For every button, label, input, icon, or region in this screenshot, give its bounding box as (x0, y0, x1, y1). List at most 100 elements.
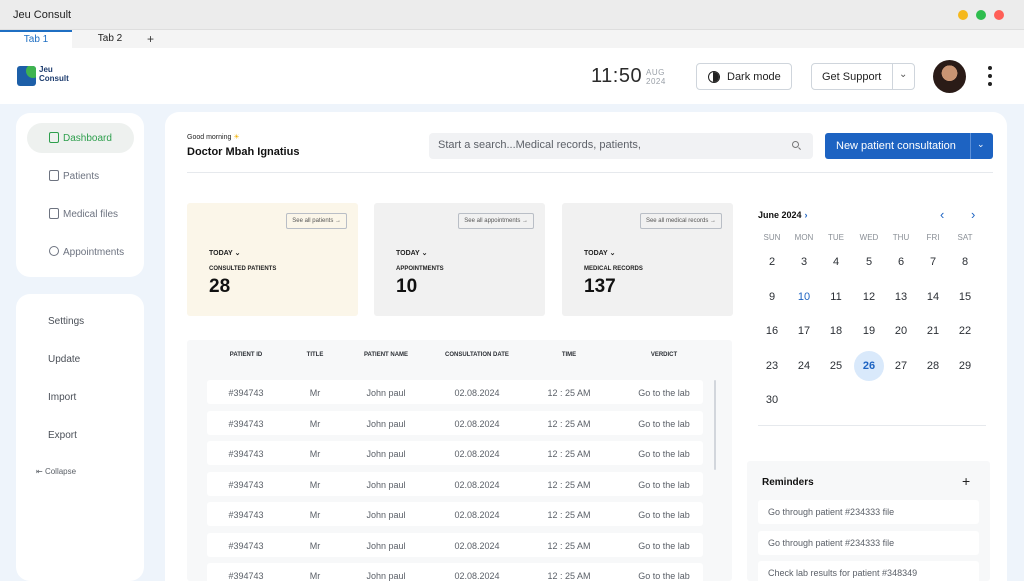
reminder-item[interactable]: Go through patient #234333 file (758, 531, 979, 555)
sidebar-item-medical-files[interactable]: Medical files (27, 199, 134, 229)
reminder-item[interactable]: Check lab results for patient #348349 (758, 561, 979, 581)
calendar-day[interactable]: 18 (821, 316, 851, 346)
get-support-button[interactable]: Get Support ⌄ (811, 63, 915, 90)
calendar-day[interactable]: 4 (821, 247, 851, 277)
new-patient-consultation-button[interactable]: New patient consultation ⌄ (825, 133, 993, 159)
calendar-day[interactable]: 30 (757, 385, 787, 415)
period-dropdown[interactable]: TODAY ⌄ (209, 249, 240, 257)
calendar-day[interactable]: 28 (918, 351, 948, 381)
calendar-day[interactable]: 12 (854, 282, 884, 312)
avatar[interactable] (933, 60, 966, 93)
column-header[interactable]: CONSULTATION DATE (445, 352, 509, 358)
table-row[interactable]: #394743 Mr John paul 02.08.2024 12 : 25 AM Go… (207, 380, 703, 404)
calendar-day[interactable]: 9 (757, 282, 787, 312)
calendar-day[interactable]: 15 (950, 282, 980, 312)
add-tab-button[interactable]: + (147, 32, 154, 46)
close-icon[interactable] (994, 10, 1004, 20)
sidebar-item-label: Dashboard (63, 133, 112, 144)
calendar-day[interactable]: 10 (789, 282, 819, 312)
see-all-medical-records-button[interactable]: See all medical records → (639, 213, 722, 229)
collapse-button[interactable]: ⇤ Collapse (36, 467, 76, 476)
sidebar-item-dashboard[interactable]: Dashboard (27, 123, 134, 153)
period-dropdown[interactable]: TODAY ⌄ (396, 249, 427, 257)
tab-2[interactable]: Tab 2 (74, 30, 146, 48)
table-row[interactable]: #394743 Mr John paul 02.08.2024 12 : 25 AM Go… (207, 502, 703, 526)
calendar-day[interactable]: 22 (950, 316, 980, 346)
table-cell: Mr (309, 449, 321, 459)
add-reminder-button[interactable]: + (962, 473, 970, 489)
table-cell: 02.08.2024 (454, 571, 500, 581)
app-logo[interactable]: Jeu Consult (17, 63, 77, 89)
calendar-month[interactable]: June 2024 › (758, 210, 808, 220)
sidebar-item-update[interactable]: Update (48, 354, 80, 365)
see-all-appointments-button[interactable]: See all appointments → (458, 213, 534, 229)
calendar-day[interactable]: 20 (886, 316, 916, 346)
chevron-down-icon[interactable]: ⌄ (899, 69, 907, 80)
calendar-day[interactable]: 19 (854, 316, 884, 346)
table-cell: #394743 (228, 540, 264, 551)
calendar-day[interactable]: 13 (886, 282, 916, 312)
column-header[interactable]: PATIENT ID (230, 352, 262, 358)
sidebar-item-import[interactable]: Import (48, 392, 76, 403)
tab-1[interactable]: Tab 1 (0, 30, 72, 48)
calendar-day[interactable]: 29 (950, 351, 980, 381)
calendar-day[interactable]: 21 (918, 316, 948, 346)
collapse-icon: ⇤ (36, 467, 43, 476)
search-input[interactable] (438, 139, 778, 151)
table-scrollbar[interactable] (714, 380, 716, 470)
sidebar-item-patients[interactable]: Patients (27, 161, 134, 191)
table-cell: Mr (309, 479, 321, 490)
calendar-day[interactable]: 7 (918, 247, 948, 277)
reminder-item[interactable]: Go through patient #234333 file (758, 500, 979, 524)
sidebar-item-export[interactable]: Export (48, 430, 77, 441)
calendar-day[interactable]: 26 (854, 350, 884, 381)
calendar-day[interactable]: 27 (886, 351, 916, 381)
calendar-weekday: SAT (957, 233, 973, 242)
see-all-patients-button[interactable]: See all patients → (286, 213, 347, 229)
collapse-label: Collapse (44, 467, 77, 476)
column-header[interactable]: PATIENT NAME (364, 352, 408, 358)
kebab-menu-icon[interactable] (988, 66, 992, 86)
sidebar-item-settings[interactable]: Settings (48, 316, 84, 327)
maximize-icon[interactable] (976, 10, 986, 20)
calendar-day[interactable]: 14 (918, 282, 948, 312)
calendar-day[interactable]: 11 (821, 282, 851, 312)
calendar-day[interactable]: 17 (789, 316, 819, 346)
table-cell: 12 : 25 AM (547, 571, 591, 581)
table-cell: John paul (366, 418, 406, 429)
clock-icon (49, 246, 59, 256)
divider (970, 133, 971, 159)
calendar-day[interactable]: 6 (886, 247, 916, 277)
period-dropdown[interactable]: TODAY ⌄ (584, 249, 615, 257)
calendar-day[interactable]: 24 (789, 351, 819, 381)
column-header[interactable]: VERDICT (651, 352, 677, 358)
search-icon[interactable] (792, 141, 799, 148)
calendar-day[interactable]: 25 (821, 351, 851, 381)
clock-date: AUG 2024 (646, 68, 666, 86)
calendar-day[interactable]: 2 (757, 247, 787, 277)
column-header[interactable]: TITLE (307, 352, 324, 358)
table-row[interactable]: #394743 Mr John paul 02.08.2024 12 : 25 AM Go… (207, 532, 703, 557)
table-cell: #394743 (228, 510, 264, 520)
dark-mode-button[interactable]: Dark mode (696, 63, 792, 90)
table-cell: Go to the lab (638, 418, 690, 429)
column-header[interactable]: TIME (562, 352, 576, 358)
sidebar-item-label: Appointments (63, 247, 125, 258)
calendar-day[interactable]: 8 (950, 247, 980, 277)
calendar-day[interactable]: 23 (757, 351, 787, 381)
table-row[interactable]: #394743 Mr John paul 02.08.2024 12 : 25 AM Go… (207, 441, 703, 465)
table-row[interactable]: #394743 Mr John paul 02.08.2024 12 : 25 AM Go… (207, 471, 703, 496)
chevron-down-icon[interactable]: ⌄ (977, 139, 985, 150)
calendar-prev-button[interactable]: ‹ (940, 207, 944, 222)
sidebar-item-appointments[interactable]: Appointments (27, 237, 134, 267)
search-bar (429, 133, 813, 159)
table-row[interactable]: #394743 Mr John paul 02.08.2024 12 : 25 AM Go… (207, 563, 703, 581)
table-row[interactable]: #394743 Mr John paul 02.08.2024 12 : 25 AM Go… (207, 410, 703, 435)
minimize-icon[interactable] (958, 10, 968, 20)
calendar-day[interactable]: 16 (757, 316, 787, 346)
calendar-day[interactable]: 3 (789, 247, 819, 277)
calendar-next-button[interactable]: › (971, 207, 975, 222)
chevron-down-icon: ⌄ (234, 250, 241, 257)
table-cell: 02.08.2024 (454, 449, 500, 459)
calendar-day[interactable]: 5 (854, 247, 884, 277)
